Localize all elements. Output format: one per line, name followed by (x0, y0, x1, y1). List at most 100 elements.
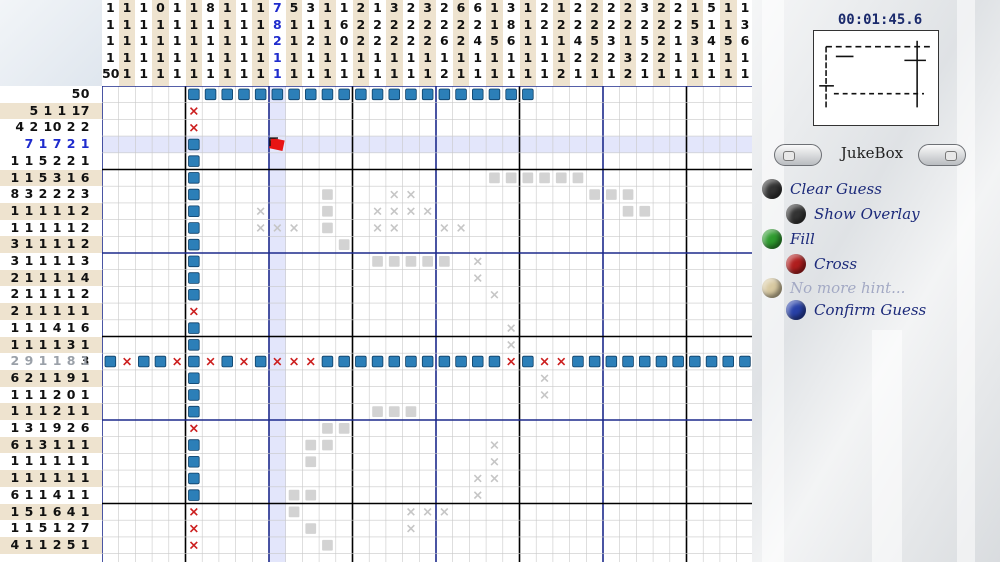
column-clue-number: 1 (556, 33, 566, 48)
column-clue-number: 5 (640, 33, 650, 48)
jukebox-next-button[interactable] (918, 144, 966, 166)
filled-cell (739, 355, 751, 368)
filled-cell (371, 355, 384, 368)
crossed-cell (473, 491, 482, 500)
filled-cell (104, 355, 117, 368)
clear-guess-button[interactable]: Clear Guess (762, 177, 882, 201)
crossed-cell (507, 357, 516, 366)
column-clue-number: 1 (490, 66, 499, 81)
puzzle-panel: 1 1 1 1 50 1 1 1 1 1 1 1 1 1 1 0 1 1 1 1 1 1 1 1 1 1 1 1 1 1 8 1 1 1 1 1 1 1 1… (0, 0, 752, 562)
column-clue-number: 1 (172, 33, 182, 48)
column-clue-number: 5 (590, 33, 599, 48)
column-clue-number: 2 (623, 0, 633, 15)
column-clue: 81111 (202, 0, 219, 86)
column-clue: 22221 (653, 0, 670, 86)
fill-label: Fill (790, 230, 815, 248)
column-clue-number: 1 (506, 66, 516, 81)
filled-cell (505, 88, 517, 101)
crossed-cell (407, 524, 415, 533)
filled-cell (421, 88, 434, 101)
guess-cell (388, 256, 400, 267)
column-clue-number: 1 (323, 16, 332, 32)
column-clue-number: 1 (707, 66, 716, 81)
filled-cell (154, 355, 167, 368)
crossed-cell (540, 357, 549, 366)
guess-cell (305, 489, 317, 501)
column-clue: 11111 (519, 0, 537, 86)
filled-cell (488, 88, 501, 101)
column-clue: 38611 (503, 0, 520, 86)
column-clue: 01111 (152, 0, 169, 86)
column-clue-number: 2 (439, 16, 449, 32)
column-clue-number: 2 (306, 33, 316, 48)
filled-cell (405, 355, 417, 368)
show-overlay-button[interactable]: Show Overlay (786, 202, 920, 226)
column-clue-number: 3 (623, 49, 633, 65)
column-clue-number: 1 (540, 33, 549, 48)
filled-cell (321, 355, 334, 368)
crossed-cell (189, 507, 198, 516)
column-clue: 31211 (302, 0, 319, 86)
row-clue: 1 1 1 4 1 6 3 (10, 319, 90, 352)
column-clue-number: 2 (640, 16, 650, 32)
column-clue-number: 1 (189, 16, 199, 32)
column-clue-number: 1 (690, 49, 700, 65)
crossed-cell (390, 224, 399, 232)
column-clue-number: 1 (573, 66, 583, 81)
filled-cell (672, 355, 684, 368)
crossed-cell (123, 357, 131, 366)
filled-cell (188, 355, 200, 368)
column-clue: 22211 (352, 0, 370, 86)
clue-corner (0, 0, 102, 86)
fill-button[interactable]: Fill (762, 227, 815, 251)
column-clue-number: 1 (490, 49, 499, 65)
column-clue-number: 1 (673, 66, 683, 81)
crossed-cell (423, 207, 432, 216)
column-clue-number: 3 (389, 0, 399, 15)
column-clue: 11111 (185, 0, 203, 86)
column-clue-number: 5 (723, 33, 733, 48)
filled-cell (254, 88, 267, 101)
column-clue-number: 2 (573, 0, 583, 15)
column-clue-number: 1 (339, 0, 349, 15)
column-clue-number: 1 (673, 49, 683, 65)
guess-cell (322, 439, 333, 451)
guess-cell (372, 406, 383, 417)
column-clue-number: 2 (573, 49, 583, 65)
column-clue-number: 5 (707, 0, 716, 15)
filled-cell (405, 88, 417, 101)
column-clue: 13611 (737, 0, 752, 86)
column-clue-number: 1 (406, 49, 416, 65)
column-clue-number: 1 (105, 0, 115, 15)
crossed-cell (540, 391, 549, 399)
column-clue-number: 1 (673, 33, 683, 48)
column-clue-number: 1 (172, 66, 182, 81)
hint-label: No more hint... (790, 279, 906, 297)
filled-cell (421, 355, 434, 368)
column-clue-number: 1 (389, 49, 399, 65)
column-clue: 32521 (636, 0, 653, 86)
nonogram-board[interactable] (102, 86, 752, 562)
column-clue: 51111 (285, 0, 303, 86)
column-clue-number: 2 (406, 16, 416, 32)
column-clue: 11111 (252, 0, 269, 86)
confirm-guess-button[interactable]: Confirm Guess (786, 298, 926, 322)
filled-cell (221, 88, 234, 101)
column-clue-number: 1 (122, 49, 132, 65)
column-clue: 22521 (586, 0, 603, 86)
row-clue: 5 1 1 17 (0, 102, 102, 120)
filled-cell (271, 88, 284, 101)
column-clue-number: 1 (272, 66, 282, 81)
column-clue-number: 1 (456, 49, 466, 65)
column-clue-number: 2 (673, 0, 683, 15)
column-clue-number: 1 (523, 16, 533, 32)
column-clue: 11111 (135, 0, 152, 86)
row-clue: 1 3 1 9 2 6 1 (10, 420, 90, 452)
column-clue: 22211 (403, 0, 420, 86)
column-clue-number: 1 (206, 49, 215, 65)
column-clue-number: 1 (139, 16, 149, 32)
jukebox-prev-button[interactable] (774, 144, 822, 166)
column-clue-number: 4 (707, 33, 716, 48)
cross-button[interactable]: Cross (786, 252, 857, 276)
row-clue: 1 1 1 1 1 2 (0, 202, 102, 220)
